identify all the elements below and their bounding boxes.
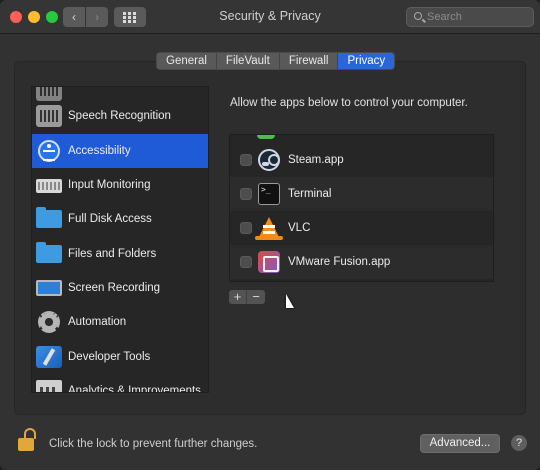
app-row-steam[interactable]: Steam.app (230, 143, 493, 177)
app-name: Steam.app (288, 154, 344, 166)
preferences-window: ‹ › Security & Privacy General FileVault… (0, 0, 540, 470)
sidebar-item-label: Files and Folders (68, 248, 157, 260)
folder-icon (36, 207, 62, 228)
sidebar-item-label: Accessibility (68, 145, 131, 157)
remove-app-button[interactable]: − (247, 290, 265, 304)
sidebar-item-label: Speech Recognition (68, 110, 171, 122)
sidebar-item-label: Analytics & Improvements (68, 385, 201, 393)
app-name: VMware Fusion.app (288, 256, 391, 268)
analytics-icon (36, 380, 62, 392)
search-field[interactable] (406, 7, 534, 27)
vlc-icon (255, 217, 283, 240)
lock-status-text: Click the lock to prevent further change… (49, 438, 258, 450)
speech-recognition-icon (36, 105, 62, 127)
app-icon-partial (257, 135, 275, 139)
sidebar-item-label: Input Monitoring (68, 179, 151, 191)
privacy-category-list[interactable]: Speech Recognition Accessibility Input M… (31, 86, 209, 393)
advanced-button[interactable]: Advanced... (420, 434, 500, 453)
vlc-checkbox[interactable] (240, 222, 252, 234)
unlocked-lock-icon[interactable] (18, 428, 38, 452)
keyboard-icon (36, 179, 62, 193)
app-name: VLC (288, 222, 311, 234)
sidebar-item-screen-recording[interactable]: Screen Recording (32, 271, 208, 305)
terminal-icon (258, 183, 280, 205)
search-input[interactable] (427, 10, 527, 24)
lock-body (18, 438, 34, 451)
sidebar-item-accessibility[interactable]: Accessibility (32, 134, 208, 168)
steam-checkbox[interactable] (240, 154, 252, 166)
sidebar-item-automation[interactable]: Automation (32, 305, 208, 339)
sidebar-item-files-and-folders[interactable]: Files and Folders (32, 237, 208, 271)
accessibility-icon (38, 140, 60, 162)
app-row-terminal[interactable]: Terminal (230, 177, 493, 211)
title-bar: ‹ › Security & Privacy (0, 0, 540, 34)
search-icon (414, 12, 422, 20)
tab-firewall[interactable]: Firewall (279, 53, 339, 69)
add-remove-control: + − (229, 290, 265, 304)
mouse-pointer-icon (286, 294, 294, 308)
accessibility-pane: Allow the apps below to control your com… (216, 86, 509, 393)
sidebar-item-analytics[interactable]: Analytics & Improvements (32, 374, 208, 393)
help-button[interactable]: ? (511, 435, 527, 451)
app-row-vlc[interactable]: VLC (230, 211, 493, 245)
sidebar-item-label: Developer Tools (68, 351, 151, 363)
folder-icon (36, 242, 62, 263)
terminal-checkbox[interactable] (240, 188, 252, 200)
tab-privacy[interactable]: Privacy (338, 53, 395, 69)
tab-general[interactable]: General (157, 53, 217, 69)
tab-bar: General FileVault Firewall Privacy (156, 52, 396, 70)
app-name: Terminal (288, 188, 332, 200)
display-icon (36, 280, 62, 296)
sidebar-item-label: Screen Recording (68, 282, 161, 294)
app-row-vmware-fusion[interactable]: VMware Fusion.app (230, 245, 493, 279)
sidebar-item-full-disk-access[interactable]: Full Disk Access (32, 202, 208, 236)
sidebar-item-input-monitoring[interactable]: Input Monitoring (32, 168, 208, 202)
sidebar-item-speech-recognition[interactable]: Speech Recognition (32, 99, 208, 133)
app-list[interactable]: Steam.app Terminal VLC VMware Fusion.app (229, 134, 494, 282)
sidebar-item-label: Automation (68, 316, 127, 328)
add-app-button[interactable]: + (229, 290, 247, 304)
vmware-fusion-checkbox[interactable] (240, 256, 252, 268)
sidebar-item-label: Full Disk Access (68, 213, 152, 225)
sidebar-item-developer-tools[interactable]: Developer Tools (32, 340, 208, 374)
pane-description: Allow the apps below to control your com… (230, 97, 468, 109)
vmware-fusion-icon (258, 251, 280, 273)
steam-icon (258, 149, 280, 171)
tab-filevault[interactable]: FileVault (216, 53, 280, 69)
gear-icon (38, 311, 60, 333)
developer-tools-icon (36, 346, 62, 368)
